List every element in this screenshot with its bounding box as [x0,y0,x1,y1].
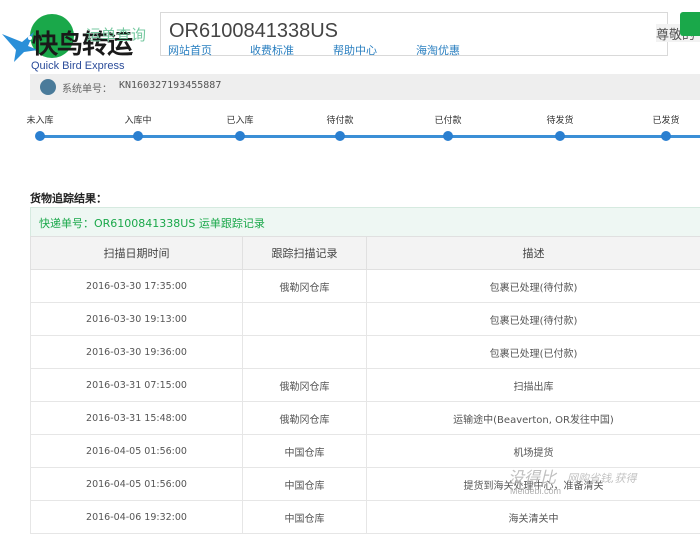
table-row: 2016-04-06 19:32:00 中国仓库 海关清关中 [31,501,700,534]
nav-deals[interactable]: 海淘优惠 [416,42,460,58]
tracking-header-text: 快递单号：OR6100841338US 运单跟踪记录 [39,215,265,231]
search-value: OR6100841338US [169,20,338,43]
scan-location: 俄勒冈仓库 [243,270,367,303]
table-row: 2016-03-31 07:15:00 俄勒冈仓库 扫描出库 [31,369,700,402]
scan-description: 运输途中(Beaverton, OR发往中国) [367,402,700,435]
column-header: 描述 [367,237,700,270]
table-row: 2016-03-30 19:13:00 包裹已处理(待付款) [31,303,700,336]
step-label: 待付款 [326,113,353,126]
step-label: 未入库 [26,113,53,126]
scan-location: 中国仓库 [243,468,367,501]
nav-home[interactable]: 网站首页 [168,42,212,58]
scan-location [243,336,367,369]
system-number-value: KN160327193455887 [119,80,221,91]
results-title: 货物追踪结果： [30,190,107,206]
header: 快鸟转运 Quick Bird Express 运单查询 OR610084133… [0,0,700,74]
column-header: 跟踪扫描记录 [243,237,367,270]
scan-location: 中国仓库 [243,435,367,468]
scan-description: 海关清关中 [367,501,700,534]
step-dot [235,131,245,141]
system-number-bar: 系统单号： KN160327193455887 [30,74,700,100]
package-icon [40,79,56,95]
step-label: 已入库 [226,113,253,126]
step-dot [35,131,45,141]
step-label: 待发货 [546,113,573,126]
scan-time: 2016-03-30 19:36:00 [31,336,243,369]
scan-time: 2016-03-30 19:13:00 [31,303,243,336]
scan-time: 2016-03-30 17:35:00 [31,270,243,303]
watermark-url: Meidebi.com [510,486,561,496]
status-progress: 未入库 入库中 已入库 待付款 已付款 待发货 已发货 [0,108,700,148]
scan-time: 2016-04-05 01:56:00 [31,435,243,468]
scan-location: 俄勒冈仓库 [243,369,367,402]
table-row: 2016-03-30 17:35:00 俄勒冈仓库 包裹已处理(待付款) [31,270,700,303]
scan-description: 包裹已处理(待付款) [367,270,700,303]
scan-time: 2016-04-06 19:32:00 [31,501,243,534]
step-dot [335,131,345,141]
step-dot [555,131,565,141]
scan-description: 包裹已处理(已付款) [367,336,700,369]
scan-location: 中国仓库 [243,501,367,534]
watermark-logo: 没得比 [508,464,556,488]
scan-time: 2016-03-31 07:15:00 [31,369,243,402]
scan-time: 2016-03-31 15:48:00 [31,402,243,435]
user-button[interactable] [680,12,700,36]
table-row: 2016-03-30 19:36:00 包裹已处理(已付款) [31,336,700,369]
column-header: 扫描日期时间 [31,237,243,270]
step-dot [133,131,143,141]
table-row: 2016-04-05 01:56:00 中国仓库 机场提货 [31,435,700,468]
nav-help[interactable]: 帮助中心 [333,42,377,58]
table-header-row: 扫描日期时间 跟踪扫描记录 描述 [31,237,700,270]
nav-pricing[interactable]: 收费标准 [250,42,294,58]
tracking-table: 扫描日期时间 跟踪扫描记录 描述 2016-03-30 17:35:00 俄勒冈… [30,236,700,534]
system-number-label: 系统单号： [62,80,112,95]
tracking-header: 快递单号：OR6100841338US 运单跟踪记录 [30,207,700,237]
watermark-slogan: 网购省钱,获得 [567,470,637,486]
table-row: 2016-03-31 15:48:00 俄勒冈仓库 运输途中(Beaverton… [31,402,700,435]
step-label: 入库中 [124,113,151,126]
scan-location: 俄勒冈仓库 [243,402,367,435]
step-label: 已发货 [652,113,679,126]
scan-location [243,303,367,336]
search-input[interactable]: OR6100841338US [160,12,668,56]
step-dot [443,131,453,141]
scan-description: 扫描出库 [367,369,700,402]
scan-time: 2016-04-05 01:56:00 [31,468,243,501]
nav-tracking[interactable]: 运单查询 [86,24,146,45]
step-dot [661,131,671,141]
scan-description: 包裹已处理(待付款) [367,303,700,336]
logo-subtitle: Quick Bird Express [31,60,125,72]
scan-description: 机场提货 [367,435,700,468]
step-label: 已付款 [434,113,461,126]
